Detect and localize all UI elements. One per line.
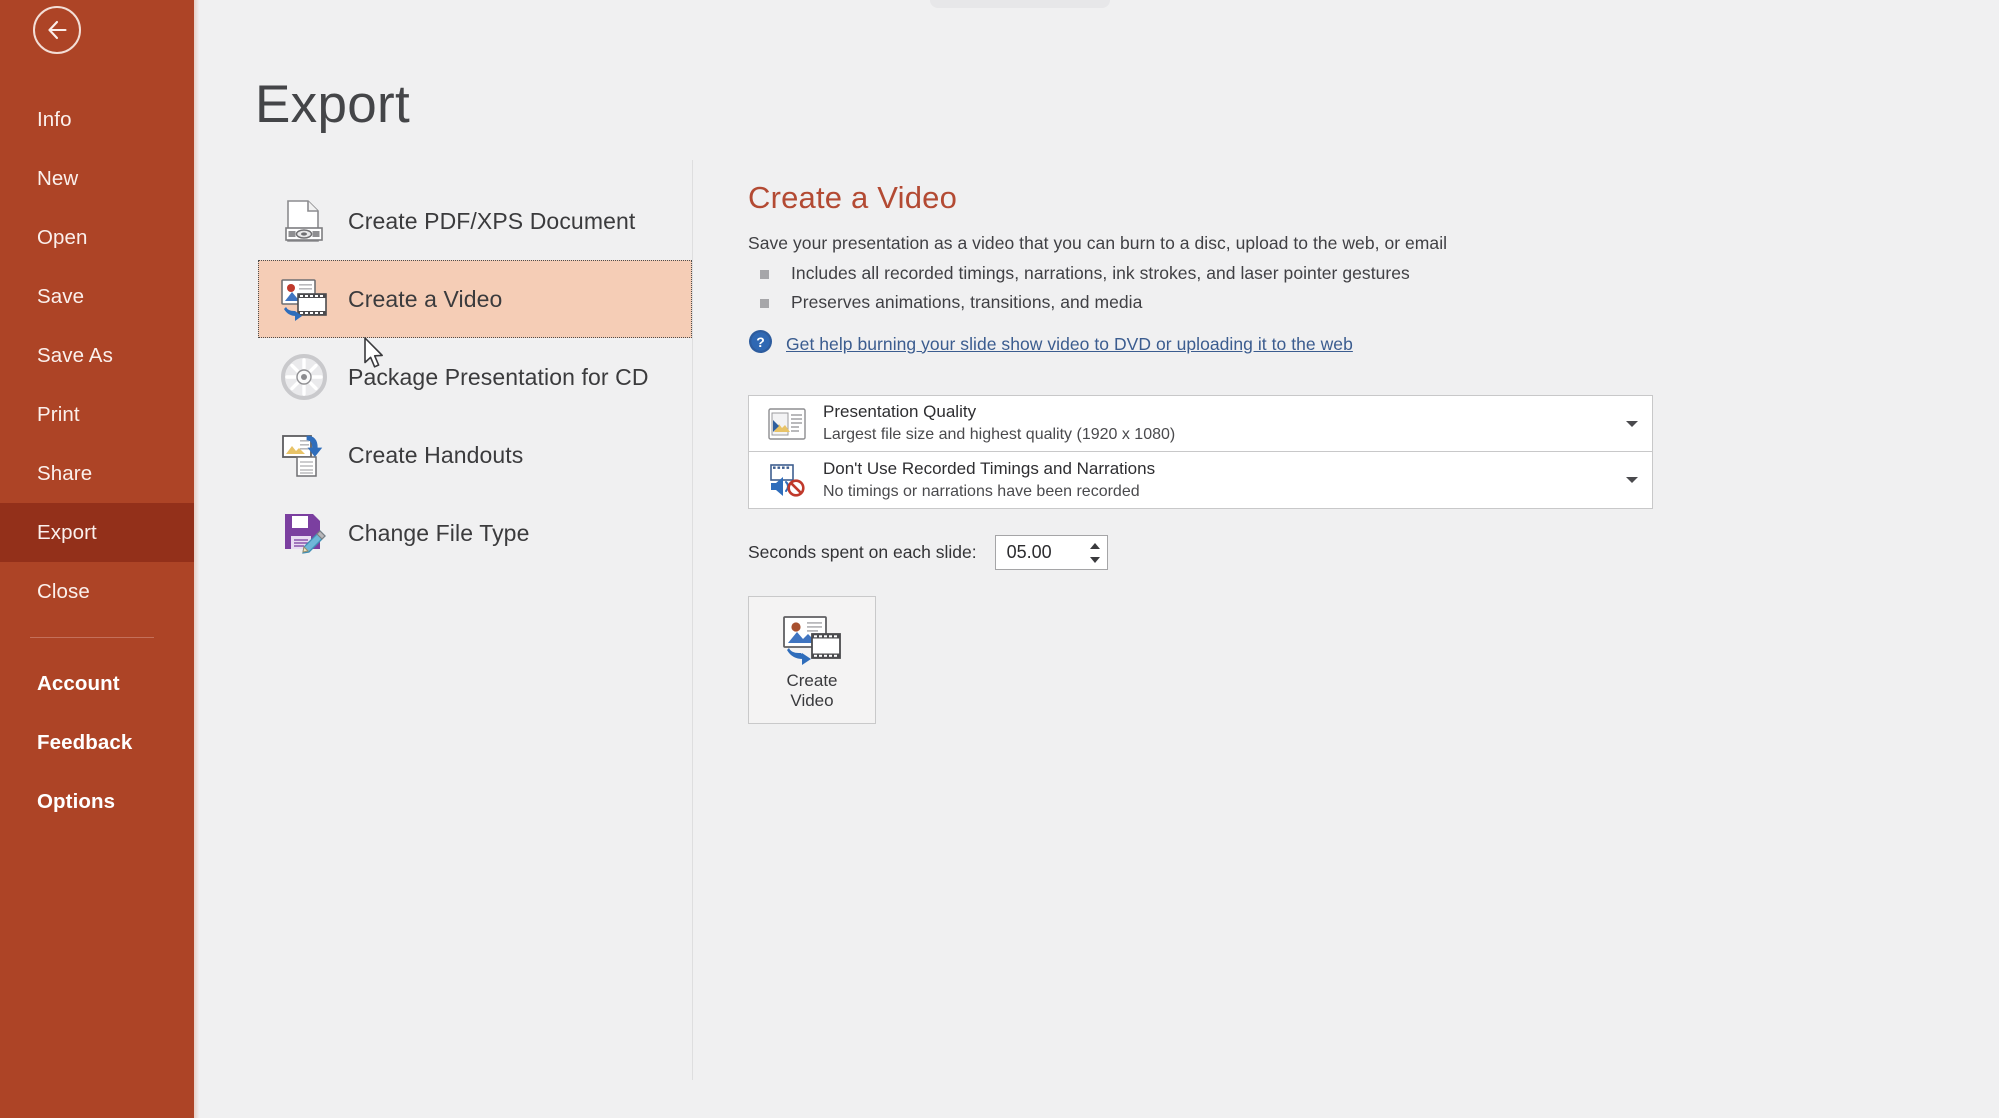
sidebar-edge-shadow [194,0,199,1118]
sidebar-item-close[interactable]: Close [0,562,194,621]
seconds-per-slide-value[interactable]: 05.00 [1007,542,1052,563]
export-option-create-a-video[interactable]: Create a Video [258,260,692,338]
recorded-timings-dropdown[interactable]: Don't Use Recorded Timings and Narration… [748,452,1653,509]
export-option-label: Create a Video [348,285,503,312]
presentation-quality-icon [761,404,813,444]
export-option-create-handouts[interactable]: Create Handouts [258,416,692,494]
dropdown-primary-text: Don't Use Recorded Timings and Narration… [823,458,1156,478]
sidebar-item-new[interactable]: New [0,149,194,208]
dropdown-primary-text: Presentation Quality [823,402,977,422]
sidebar-item-label: Open [37,225,88,249]
detail-bullet-text: Preserves animations, transitions, and m… [791,292,1143,312]
seconds-per-slide-stepper[interactable]: 05.00 [994,535,1108,570]
timings-narrations-disabled-icon [761,460,813,500]
dropdown-text: Presentation Quality Largest file size a… [823,401,1175,446]
sidebar-divider [30,637,154,638]
sidebar-item-label: Print [37,402,80,426]
stepper-buttons [1089,536,1100,569]
export-option-package-presentation-for-cd[interactable]: Package Presentation for CD [258,338,692,416]
presentation-quality-dropdown[interactable]: Presentation Quality Largest file size a… [748,395,1653,452]
bullet-square-icon [760,270,769,279]
panel-divider [692,160,693,1080]
sidebar-item-print[interactable]: Print [0,385,194,444]
help-link-row: ? Get help burning your slide show video… [748,329,1668,359]
export-option-label: Change File Type [348,519,530,546]
dropdown-secondary-text: Largest file size and highest quality (1… [823,426,1176,444]
help-question-icon[interactable]: ? [748,329,773,359]
sidebar-item-feedback[interactable]: Feedback [0,713,194,772]
create-video-button[interactable]: Create Video [748,596,876,724]
sidebar-item-export[interactable]: Export [0,503,194,562]
window-top-artifact [930,0,1110,8]
detail-bullet-item: Preserves animations, transitions, and m… [748,292,1668,313]
help-link[interactable]: Get help burning your slide show video t… [786,334,1353,355]
sidebar-item-label: Close [37,579,90,603]
dropdown-text: Don't Use Recorded Timings and Narration… [823,458,1155,503]
seconds-per-slide-row: Seconds spent on each slide: 05.00 [748,535,1668,570]
detail-title: Create a Video [748,180,958,215]
sidebar-item-open[interactable]: Open [0,208,194,267]
floppy-disk-pencil-icon [276,507,332,559]
video-settings-dropdowns: Presentation Quality Largest file size a… [748,395,1668,509]
export-option-label: Create PDF/XPS Document [348,207,636,234]
dropdown-secondary-text: No timings or narrations have been recor… [823,482,1140,500]
sidebar-item-label: Export [37,520,97,544]
export-option-change-file-type[interactable]: Change File Type [258,494,692,572]
create-video-icon [781,609,843,671]
detail-bullet-list: Includes all recorded timings, narration… [748,263,1668,313]
svg-text:?: ? [756,334,765,350]
export-option-create-pdf-xps[interactable]: Create PDF/XPS Document [258,182,692,260]
backstage-sidebar: Info New Open Save Save As Print Share E… [0,0,194,1118]
create-video-button-line1: Create [786,670,838,690]
stepper-increment-icon[interactable] [1089,542,1100,549]
sidebar-item-label: Save [37,284,85,308]
export-option-label: Create Handouts [348,441,524,468]
detail-bullet-item: Includes all recorded timings, narration… [748,263,1668,284]
chevron-down-icon[interactable] [1626,477,1638,483]
create-video-icon [276,273,332,325]
create-handouts-icon [276,429,332,481]
sidebar-item-label: Feedback [37,730,133,754]
export-options-list: Create PDF/XPS Document Create a Video P… [258,182,692,572]
sidebar-item-options[interactable]: Options [0,772,194,831]
back-button[interactable] [33,6,81,54]
export-option-label: Package Presentation for CD [348,363,649,390]
page-title: Export [255,75,410,134]
seconds-per-slide-label: Seconds spent on each slide: [748,542,977,562]
sidebar-item-label: Share [37,461,93,485]
sidebar-item-label: Options [37,789,116,813]
sidebar-item-account[interactable]: Account [0,654,194,713]
bullet-square-icon [760,299,769,308]
sidebar-item-save[interactable]: Save [0,267,194,326]
detail-bullet-text: Includes all recorded timings, narration… [791,263,1410,283]
pdf-xps-document-icon [276,195,332,247]
sidebar-nav-list: Info New Open Save Save As Print Share E… [0,90,194,831]
create-video-button-line2: Video [790,691,834,710]
stepper-decrement-icon[interactable] [1089,556,1100,563]
sidebar-item-share[interactable]: Share [0,444,194,503]
sidebar-item-save-as[interactable]: Save As [0,326,194,385]
sidebar-item-label: New [37,166,79,190]
back-arrow-icon [48,20,67,40]
sidebar-item-label: Account [37,671,120,695]
sidebar-item-label: Save As [37,343,113,367]
sidebar-item-info[interactable]: Info [0,90,194,149]
chevron-down-icon[interactable] [1626,420,1638,427]
create-video-detail-pane: Create a Video Save your presentation as… [748,180,1668,724]
cd-disc-icon [276,351,332,403]
sidebar-item-label: Info [37,107,72,131]
powerpoint-backstage-export-screen: Info New Open Save Save As Print Share E… [0,0,1999,1118]
detail-description: Save your presentation as a video that y… [748,233,1448,253]
